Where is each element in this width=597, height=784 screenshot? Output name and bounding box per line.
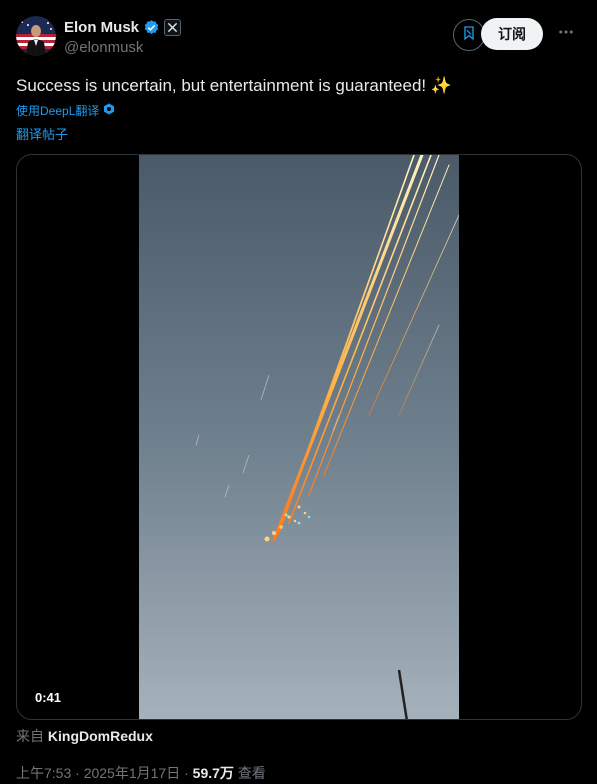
video-player[interactable]: 0:41 [16, 154, 582, 720]
x-affiliation-icon[interactable] [164, 19, 182, 36]
source-prefix: 来自 [16, 728, 44, 744]
ellipsis-icon [557, 23, 575, 46]
tweet-meta: 上午7:53 · 2025年1月17日 · 59.7万 查看 [16, 763, 266, 783]
avatar[interactable] [16, 16, 56, 56]
tweet-time[interactable]: 上午7:53 [16, 765, 71, 781]
translate-post-link[interactable]: 翻译帖子 [16, 124, 68, 143]
video-frame[interactable] [139, 155, 460, 719]
tweet-header: Elon Musk @elonmusk 订阅 [16, 16, 585, 60]
video-source: 来自 KingDomRedux [16, 726, 153, 746]
grok-icon [461, 25, 477, 46]
view-count: 59.7万 [192, 765, 234, 781]
tweet-date[interactable]: 2025年1月17日 [84, 765, 181, 781]
verified-badge-icon[interactable] [143, 19, 160, 36]
author-name-row: Elon Musk [64, 19, 182, 36]
source-account-link[interactable]: KingDomRedux [48, 728, 153, 744]
translated-by-label[interactable]: 使用DeepL翻译 [16, 102, 115, 119]
subscribe-button[interactable]: 订阅 [481, 18, 543, 50]
more-options-button[interactable] [551, 18, 581, 50]
video-duration: 0:41 [29, 688, 68, 707]
tweet-text: Success is uncertain, but entertainment … [16, 76, 453, 95]
meta-separator: · [75, 765, 80, 781]
meta-separator: · [184, 765, 189, 781]
author-handle[interactable]: @elonmusk [64, 39, 143, 56]
views-label: 查看 [237, 765, 266, 781]
deepl-icon [103, 103, 115, 118]
translated-by-text: 使用DeepL翻译 [16, 104, 100, 118]
author-name[interactable]: Elon Musk [64, 19, 139, 36]
